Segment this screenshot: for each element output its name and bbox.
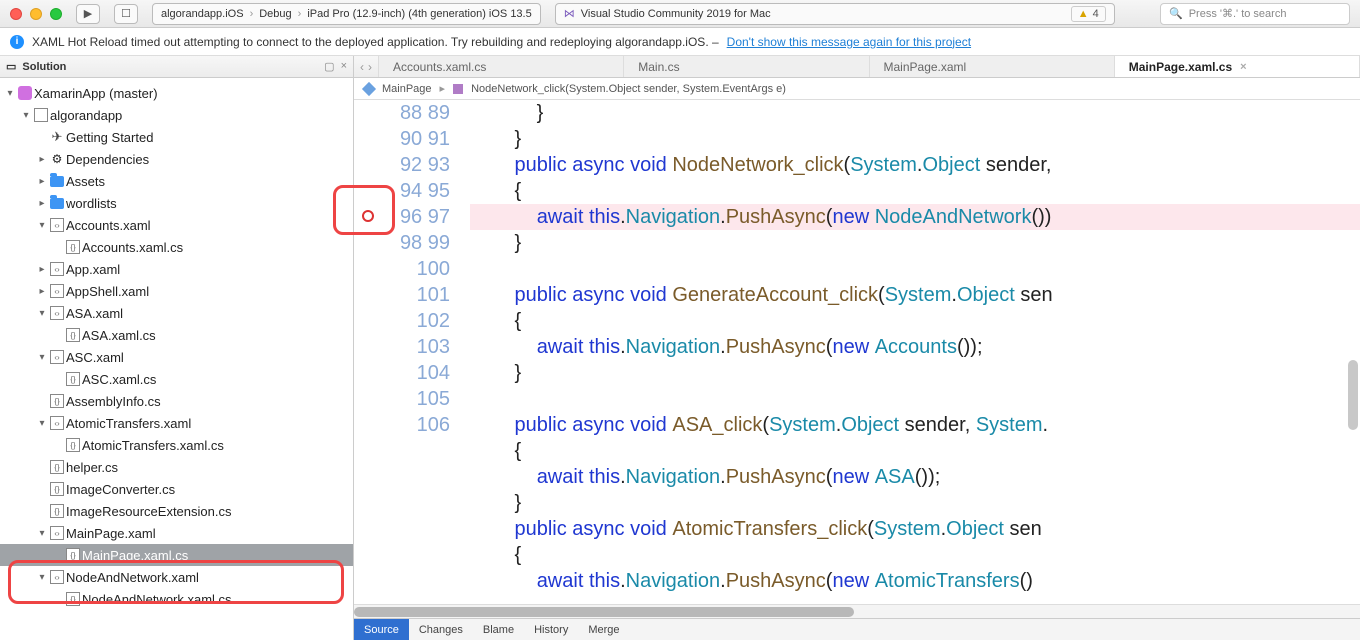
editor-area: ‹ › Accounts.xaml.csMain.csMainPage.xaml… [354, 56, 1360, 640]
class-icon [362, 81, 376, 95]
assets-folder[interactable]: ▸Assets [0, 170, 353, 192]
global-search[interactable]: 🔍 Press '⌘.' to search [1160, 3, 1350, 25]
asa-xaml-cs[interactable]: {}ASA.xaml.cs [0, 324, 353, 346]
infobar-text: XAML Hot Reload timed out attempting to … [32, 35, 719, 49]
status-bar: ⋈ Visual Studio Community 2019 for Mac ▲… [555, 3, 1115, 25]
app-xaml[interactable]: ▸‹›App.xaml [0, 258, 353, 280]
close-window-button[interactable] [10, 8, 22, 20]
vs-icon: ⋈ [564, 7, 575, 20]
info-icon: i [10, 35, 24, 49]
panel-title: Solution [22, 61, 66, 73]
close-tab-icon[interactable]: × [1240, 61, 1246, 73]
target-select-button[interactable]: ☐ [114, 4, 138, 24]
search-icon: 🔍 [1169, 7, 1183, 20]
diff-tab-blame[interactable]: Blame [473, 619, 524, 640]
infobar-dismiss-link[interactable]: Don't show this message again for this p… [727, 35, 971, 49]
nodeandnetwork-xaml-cs[interactable]: {}NodeAndNetwork.xaml.cs [0, 588, 353, 610]
code-editor[interactable]: 88 89 90 91 92 93 94 95 96 97 98 99 100 … [354, 100, 1360, 604]
assemblyinfo-cs[interactable]: {}AssemblyInfo.cs [0, 390, 353, 412]
asa-xaml[interactable]: ▾‹›ASA.xaml [0, 302, 353, 324]
breakpoint-margin[interactable] [354, 100, 390, 604]
config-name: Debug [259, 8, 291, 20]
code-text[interactable]: } } public async void NodeNetwork_click(… [460, 100, 1360, 604]
imageconverter-cs[interactable]: {}ImageConverter.cs [0, 478, 353, 500]
dependencies-node[interactable]: ▸⚙Dependencies [0, 148, 353, 170]
diff-tab-source[interactable]: Source [354, 619, 409, 640]
imageresourceextension-cs[interactable]: {}ImageResourceExtension.cs [0, 500, 353, 522]
editor-tab[interactable]: Main.cs [624, 56, 869, 77]
main-area: ▭ Solution ▢ × ▾XamarinApp (master)▾algo… [0, 56, 1360, 640]
tab-fwd-button[interactable]: › [368, 60, 372, 74]
panel-dock-button[interactable]: ▢ [324, 60, 334, 73]
diff-tab-changes[interactable]: Changes [409, 619, 473, 640]
window-controls [10, 8, 62, 20]
mainpage-xaml-cs[interactable]: {}MainPage.xaml.cs [0, 544, 353, 566]
panel-icon: ▭ [6, 60, 16, 73]
solution-panel: ▭ Solution ▢ × ▾XamarinApp (master)▾algo… [0, 56, 354, 640]
breadcrumb[interactable]: MainPage ▸ NodeNetwork_click(System.Obje… [354, 78, 1360, 100]
run-button[interactable]: ▶ [76, 4, 100, 24]
atomictransfers-xaml[interactable]: ▾‹›AtomicTransfers.xaml [0, 412, 353, 434]
tab-back-button[interactable]: ‹ [360, 60, 364, 74]
diff-tab-merge[interactable]: Merge [578, 619, 629, 640]
breadcrumb-class: MainPage [382, 83, 432, 95]
solution-tree[interactable]: ▾XamarinApp (master)▾algorandapp✈Getting… [0, 78, 353, 640]
panel-close-button[interactable]: × [341, 60, 347, 73]
warnings-pill[interactable]: ▲ 4 [1071, 6, 1106, 22]
mainpage-xaml[interactable]: ▾‹›MainPage.xaml [0, 522, 353, 544]
diff-tab-history[interactable]: History [524, 619, 578, 640]
zoom-window-button[interactable] [50, 8, 62, 20]
editor-tab[interactable]: Accounts.xaml.cs [379, 56, 624, 77]
wordlists-folder[interactable]: ▸wordlists [0, 192, 353, 214]
getting-started-node[interactable]: ✈Getting Started [0, 126, 353, 148]
search-placeholder: Press '⌘.' to search [1189, 7, 1287, 20]
minimize-window-button[interactable] [30, 8, 42, 20]
appshell-xaml[interactable]: ▸‹›AppShell.xaml [0, 280, 353, 302]
line-number-gutter: 88 89 90 91 92 93 94 95 96 97 98 99 100 … [390, 100, 460, 604]
hot-reload-infobar: i XAML Hot Reload timed out attempting t… [0, 28, 1360, 56]
project-name: algorandapp.iOS [161, 8, 244, 20]
vertical-scrollbar[interactable] [1348, 360, 1358, 430]
warning-icon: ▲ [1078, 8, 1089, 20]
editor-tab[interactable]: MainPage.xaml [870, 56, 1115, 77]
editor-tab[interactable]: MainPage.xaml.cs× [1115, 56, 1360, 77]
breadcrumb-method: NodeNetwork_click(System.Object sender, … [471, 83, 786, 95]
chevron-right-icon: ▸ [440, 82, 446, 95]
accounts-xaml-cs[interactable]: {}Accounts.xaml.cs [0, 236, 353, 258]
editor-tabs: ‹ › Accounts.xaml.csMain.csMainPage.xaml… [354, 56, 1360, 78]
breakpoint-marker[interactable] [362, 210, 374, 222]
bottom-tabs: SourceChangesBlameHistoryMerge [354, 618, 1360, 640]
horizontal-scrollbar[interactable] [354, 604, 1360, 618]
solution-panel-header: ▭ Solution ▢ × [0, 56, 353, 78]
project-node[interactable]: ▾algorandapp [0, 104, 353, 126]
titlebar: ▶ ☐ algorandapp.iOS › Debug › iPad Pro (… [0, 0, 1360, 28]
nodeandnetwork-xaml[interactable]: ▾‹›NodeAndNetwork.xaml [0, 566, 353, 588]
solution-root[interactable]: ▾XamarinApp (master) [0, 82, 353, 104]
device-name: iPad Pro (12.9-inch) (4th generation) iO… [307, 8, 531, 20]
project-selector[interactable]: algorandapp.iOS › Debug › iPad Pro (12.9… [152, 3, 541, 25]
method-icon [453, 84, 463, 94]
helper-cs[interactable]: {}helper.cs [0, 456, 353, 478]
atomictransfers-xaml-cs[interactable]: {}AtomicTransfers.xaml.cs [0, 434, 353, 456]
accounts-xaml[interactable]: ▾‹›Accounts.xaml [0, 214, 353, 236]
warning-count: 4 [1093, 8, 1099, 20]
ide-name: Visual Studio Community 2019 for Mac [581, 8, 771, 20]
asc-xaml-cs[interactable]: {}ASC.xaml.cs [0, 368, 353, 390]
asc-xaml[interactable]: ▾‹›ASC.xaml [0, 346, 353, 368]
tab-nav: ‹ › [354, 56, 379, 77]
